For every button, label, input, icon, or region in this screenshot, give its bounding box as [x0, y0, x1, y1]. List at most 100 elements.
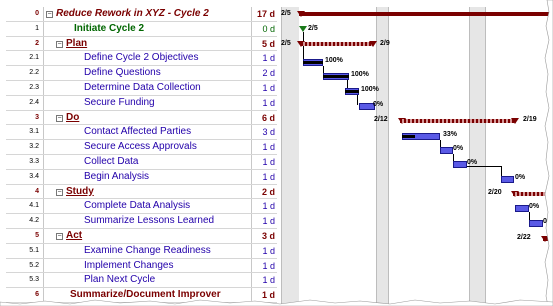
- task-row[interactable]: 4.1 Complete Data Analysis 1 d: [6, 199, 277, 215]
- plan-end-label: 2/9: [380, 40, 390, 47]
- task-name: Secure Access Approvals: [84, 141, 197, 153]
- task-row[interactable]: 3.3 Collect Data 1 d: [6, 154, 277, 170]
- task-id: 3.4: [6, 169, 44, 184]
- task-row[interactable]: 2− Plan 5 d: [6, 36, 277, 52]
- task-id: 5: [6, 228, 44, 243]
- plan-summary-end-marker: [369, 41, 377, 47]
- task-id: 3.3: [6, 154, 44, 169]
- task-name-cell[interactable]: − Plan: [44, 36, 252, 51]
- task-name-cell[interactable]: Determine Data Collection: [44, 80, 252, 95]
- task-duration: 1 d: [262, 82, 275, 93]
- task-row[interactable]: 2.1 Define Cycle 2 Objectives 1 d: [6, 51, 277, 67]
- progress-bar: [402, 135, 415, 138]
- task-row[interactable]: 5.3 Plan Next Cycle 1 d: [6, 273, 277, 289]
- weekend-band: [281, 7, 299, 304]
- task-id: 3: [6, 110, 44, 125]
- task-row[interactable]: 5.2 Implement Changes 1 d: [6, 258, 277, 274]
- collapse-toggle-icon[interactable]: −: [46, 11, 53, 18]
- task-id: 5.3: [6, 273, 44, 288]
- dependency-arrow: [501, 166, 502, 176]
- task-bar-begin-analysis[interactable]: [501, 176, 514, 183]
- task-duration: 1 d: [262, 201, 275, 212]
- task-row[interactable]: 5.1 Examine Change Readiness 1 d: [6, 243, 277, 259]
- task-id: 2.1: [6, 51, 44, 66]
- task-name-cell[interactable]: Contact Affected Parties: [44, 125, 252, 140]
- cycle-start-label: 2/5: [281, 10, 291, 17]
- task-duration: 17 d: [256, 9, 275, 19]
- task-bar-secure-access-approvals[interactable]: [440, 147, 453, 154]
- task-bar-complete-data-analysis[interactable]: [515, 205, 529, 212]
- task-row[interactable]: 3− Do 6 d: [6, 110, 277, 126]
- collapse-toggle-icon[interactable]: −: [56, 114, 63, 122]
- task-name: Define Cycle 2 Objectives: [84, 52, 199, 64]
- task-name-cell[interactable]: Complete Data Analysis: [44, 199, 252, 214]
- weekend-band: [376, 7, 388, 304]
- task-name-cell[interactable]: − Study: [44, 184, 252, 199]
- do-start-label: 2/12: [374, 116, 388, 123]
- task-name-cell[interactable]: Examine Change Readiness: [44, 243, 252, 258]
- collapse-toggle-icon[interactable]: −: [56, 232, 63, 240]
- task-duration: 2 d: [262, 68, 275, 79]
- task-row[interactable]: 4.2 Summarize Lessons Learned 1 d: [6, 214, 277, 229]
- task-name: Study: [66, 185, 94, 197]
- progress-label: 100%: [325, 57, 343, 64]
- gridline: [376, 7, 377, 304]
- plan-start-label: 2/5: [281, 40, 291, 47]
- task-name: Act: [66, 229, 83, 241]
- task-bar-collect-data[interactable]: [453, 161, 467, 168]
- task-row[interactable]: 3.4 Begin Analysis 1 d: [6, 169, 277, 185]
- task-name-cell[interactable]: Summarize Lessons Learned: [44, 214, 252, 228]
- task-id: 4.2: [6, 214, 44, 228]
- task-row[interactable]: 0− Reduce Rework in XYZ - Cycle 2 17 d: [6, 7, 277, 22]
- collapse-toggle-icon[interactable]: −: [56, 188, 63, 196]
- task-name-cell[interactable]: Initiate Cycle 2: [44, 21, 252, 36]
- task-id: 0: [6, 7, 44, 21]
- task-name-cell[interactable]: Implement Changes: [44, 258, 252, 273]
- task-name-cell[interactable]: − Reduce Rework in XYZ - Cycle 2: [44, 7, 252, 21]
- task-name-cell[interactable]: Define Questions: [44, 66, 252, 80]
- task-duration: 1 d: [262, 156, 275, 167]
- task-name-cell[interactable]: Begin Analysis: [44, 169, 252, 184]
- task-duration: 6 d: [261, 112, 275, 123]
- task-id: 2.4: [6, 95, 44, 110]
- task-row[interactable]: 2.3 Determine Data Collection 1 d: [6, 80, 277, 96]
- task-name-cell[interactable]: − Act: [44, 228, 252, 243]
- gridline: [469, 7, 470, 304]
- task-name: Plan: [66, 37, 88, 49]
- task-id: 3.2: [6, 140, 44, 154]
- task-name: Initiate Cycle 2: [74, 22, 145, 34]
- task-row[interactable]: 2.2 Define Questions 2 d: [6, 66, 277, 81]
- task-name: Define Questions: [84, 67, 161, 79]
- task-name-cell[interactable]: Define Cycle 2 Objectives: [44, 51, 252, 66]
- plan-summary-bar: [301, 42, 373, 46]
- task-name: Collect Data: [84, 155, 139, 167]
- task-id: 4.1: [6, 199, 44, 214]
- task-row[interactable]: 5− Act 3 d: [6, 228, 277, 244]
- task-name-cell[interactable]: Collect Data: [44, 154, 252, 169]
- gantt-chart: 2/5 2/5 2/5 2/9 100% 100% 100% 0% 2/12 2…: [279, 7, 553, 304]
- task-name: Complete Data Analysis: [84, 200, 191, 212]
- task-bar-summarize-lessons[interactable]: [529, 220, 543, 227]
- task-duration: 1 d: [262, 216, 275, 227]
- project-window: 0− Reduce Rework in XYZ - Cycle 2 17 d 1 Ini…: [0, 0, 553, 306]
- progress-label: 0%: [515, 174, 526, 181]
- task-table: 0− Reduce Rework in XYZ - Cycle 2 17 d 1 Ini…: [6, 7, 277, 303]
- task-row[interactable]: 4− Study 2 d: [6, 184, 277, 200]
- task-id: 2.2: [6, 66, 44, 80]
- gridline: [281, 7, 282, 304]
- task-row[interactable]: 1 Initiate Cycle 2 0 d: [6, 21, 277, 37]
- collapse-toggle-icon[interactable]: −: [56, 40, 63, 48]
- task-name-cell[interactable]: Plan Next Cycle: [44, 273, 252, 288]
- task-name: Determine Data Collection: [84, 81, 201, 93]
- task-name-cell[interactable]: − Do: [44, 110, 252, 125]
- task-name: Contact Affected Parties: [84, 126, 192, 138]
- task-duration: 1 d: [262, 142, 275, 153]
- task-row[interactable]: 3.1 Contact Affected Parties 3 d: [6, 125, 277, 141]
- task-row[interactable]: 3.2 Secure Access Approvals 1 d: [6, 140, 277, 155]
- task-name-cell[interactable]: Secure Funding: [44, 95, 252, 110]
- task-duration: 1 d: [262, 171, 275, 182]
- task-name-cell[interactable]: Secure Access Approvals: [44, 140, 252, 154]
- task-id: 5.1: [6, 243, 44, 258]
- weekend-band: [469, 7, 485, 304]
- task-row[interactable]: 2.4 Secure Funding 1 d: [6, 95, 277, 111]
